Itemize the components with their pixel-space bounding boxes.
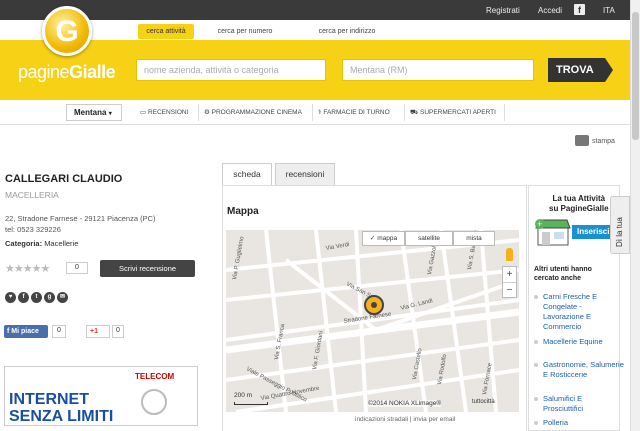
page: Registrati Accedi f ITA cerca attività c… bbox=[0, 0, 640, 431]
feedback-side-tab[interactable]: Dì la tua bbox=[610, 196, 630, 254]
search-mode-tabs: cerca attività cerca per numero cerca pe… bbox=[0, 20, 630, 40]
globe-icon bbox=[141, 389, 167, 415]
shop-icon: + bbox=[535, 219, 571, 246]
subnav-farmacie-di-turno[interactable]: ⚕ FARMACIE DI TURNO bbox=[318, 108, 390, 116]
list-item[interactable]: Macellerie Equine bbox=[534, 337, 619, 347]
zoom-out-icon[interactable]: − bbox=[503, 282, 516, 298]
business-category: MACELLERIA bbox=[5, 190, 59, 200]
scrollbar-thumb[interactable] bbox=[632, 12, 639, 140]
map[interactable]: Via San Siro Via G. Landi Stradone Farne… bbox=[226, 230, 519, 412]
ad-text: INTERNET SENZA LIMITI bbox=[9, 391, 114, 425]
zoom-in-icon[interactable]: + bbox=[503, 267, 516, 282]
list-item[interactable]: Gastronomie, Salumerie E Rosticcerie bbox=[534, 360, 624, 380]
map-type-mista[interactable]: mista bbox=[453, 231, 495, 246]
accedi-link[interactable]: Accedi bbox=[538, 6, 562, 15]
list-item[interactable]: Carni Fresche E Congelate - Lavorazione … bbox=[534, 292, 619, 332]
tab-cerca-per-indirizzo[interactable]: cerca per indirizzo bbox=[293, 24, 401, 39]
fb-like-count: 0 bbox=[52, 325, 66, 338]
scrollbar[interactable] bbox=[630, 0, 640, 431]
map-heading: Mappa bbox=[227, 206, 259, 217]
twitter-share-icon[interactable]: t bbox=[31, 292, 42, 303]
tab-cerca-per-numero[interactable]: cerca per numero bbox=[205, 24, 285, 39]
tuttocitta-logo[interactable]: tuttocittà bbox=[472, 399, 495, 405]
map-streets: Via San Siro Via G. Landi Stradone Farne… bbox=[226, 230, 519, 412]
where-search-input[interactable]: Mentana (RM) bbox=[342, 59, 534, 81]
print-link[interactable]: stampa bbox=[592, 138, 615, 145]
logo-text[interactable]: pagineGialle bbox=[18, 62, 116, 83]
business-phone[interactable]: tel: 0523 329226 bbox=[5, 225, 61, 234]
gplus-count: 0 bbox=[112, 325, 124, 338]
trova-button[interactable]: TROVA bbox=[548, 58, 613, 82]
advertisement[interactable]: TELECOM INTERNET SENZA LIMITI bbox=[4, 366, 198, 426]
tab-scheda[interactable]: scheda bbox=[222, 163, 272, 186]
fb-like-button[interactable]: f Mi piace bbox=[4, 325, 48, 338]
rating-stars-icon[interactable]: ★★★★★ bbox=[5, 262, 50, 275]
map-links[interactable]: indicazioni stradali | invia per email bbox=[355, 416, 455, 423]
gplus-share-icon[interactable]: g bbox=[44, 292, 55, 303]
location-dropdown[interactable]: Mentana ▾ bbox=[66, 104, 122, 121]
map-copyright: ©2014 NOKIA XLimage® bbox=[368, 400, 442, 407]
heart-icon[interactable]: ♥ bbox=[5, 292, 16, 303]
business-categoria: Categoria: Macellerie bbox=[5, 239, 79, 248]
business-name: CALLEGARI CLAUDIO bbox=[5, 173, 123, 185]
categoria-link[interactable]: Macellerie bbox=[44, 239, 78, 248]
facebook-share-icon[interactable]: f bbox=[18, 292, 29, 303]
list-item[interactable]: Polleria bbox=[534, 418, 619, 428]
facebook-icon[interactable]: f bbox=[574, 4, 585, 15]
subnav-programmazione-cinema[interactable]: ⚙ PROGRAMMAZIONE CINEMA bbox=[204, 108, 302, 116]
logo-g-icon[interactable]: G bbox=[42, 6, 92, 56]
ad-brand: TELECOM bbox=[135, 372, 175, 381]
street-view-pegman-icon[interactable] bbox=[506, 248, 513, 261]
altri-utenti-title: Altri utenti hanno cercato anche bbox=[534, 266, 592, 282]
map-scale: 200 m bbox=[234, 392, 253, 399]
tab-recensioni[interactable]: recensioni bbox=[275, 163, 335, 185]
review-count: 0 bbox=[66, 262, 88, 274]
tab-cerca-attivita[interactable]: cerca attività bbox=[138, 24, 194, 39]
subnav-supermercati-aperti[interactable]: ⛟ SUPERMERCATI APERTI bbox=[410, 108, 496, 117]
svg-text:+: + bbox=[537, 219, 542, 229]
business-address: 22, Stradone Farnese - 29121 Piacenza (P… bbox=[5, 214, 156, 223]
promo-title: La tua Attività su PagineGialle bbox=[549, 194, 609, 213]
registrati-link[interactable]: Registrati bbox=[486, 6, 520, 15]
map-type-satellite[interactable]: satellite bbox=[405, 231, 453, 246]
language-selector[interactable]: ITA bbox=[603, 6, 615, 15]
write-review-button[interactable]: Scrivi recensione bbox=[100, 260, 195, 277]
map-scale-bar bbox=[234, 402, 268, 405]
map-type-mappa[interactable]: ✓ mappa bbox=[362, 231, 405, 246]
top-bar: Registrati Accedi f ITA bbox=[0, 0, 630, 20]
email-share-icon[interactable]: ✉ bbox=[57, 292, 68, 303]
subnav-recensioni[interactable]: ▭ RECENSIONI bbox=[140, 108, 188, 116]
zoom-control[interactable]: + − bbox=[502, 266, 517, 298]
what-search-input[interactable]: nome azienda, attività o categoria bbox=[136, 59, 326, 81]
list-item[interactable]: Salumifici E Prosciuttifici bbox=[534, 394, 619, 414]
printer-icon[interactable] bbox=[575, 135, 589, 146]
gplus-button[interactable]: +1 bbox=[86, 325, 110, 338]
